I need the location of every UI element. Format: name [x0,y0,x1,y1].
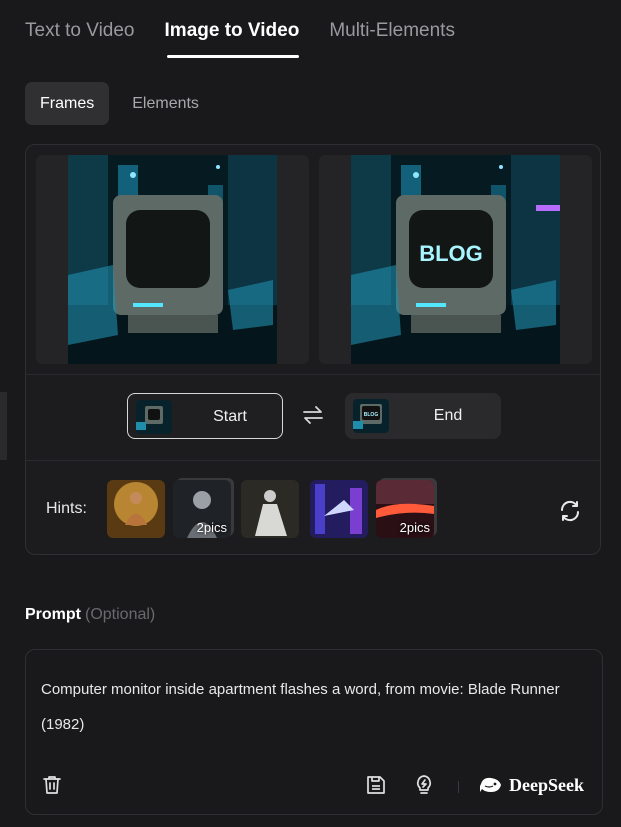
tab-multi-elements[interactable]: Multi-Elements [329,20,455,58]
prompt-optional: (Optional) [85,606,156,623]
end-frame-button[interactable]: BLOG End [345,393,501,439]
hint-thumb-4[interactable] [310,480,368,538]
trash-icon[interactable] [41,774,63,801]
end-frame-preview[interactable]: BLOG [319,155,592,364]
start-frame-thumb [136,400,172,434]
end-frame-label: End [433,407,463,424]
toolbar-divider [458,781,459,793]
end-frame-thumb: BLOG [353,399,389,433]
start-frame-image [68,155,277,364]
start-frame-label: Start [213,408,247,425]
deepseek-whale-icon [480,777,501,792]
frames-divider-1 [26,374,600,375]
hint-thumb-1[interactable] [107,480,165,538]
model-selector[interactable]: DeepSeek [479,774,584,796]
refresh-icon[interactable] [558,499,582,528]
start-frame-preview[interactable] [36,155,309,364]
hint-badge-2: 2pics [196,520,227,535]
end-thumb-text: BLOG [364,412,379,418]
subtab-elements[interactable]: Elements [117,82,214,125]
frames-divider-2 [26,460,600,461]
hint-thumb-3[interactable] [241,480,299,538]
hint-badge-5: 2pics [399,520,430,535]
swap-icon[interactable] [301,403,325,432]
end-frame-image: BLOG [351,155,560,364]
mode-tabs: Text to Video Image to Video Multi-Eleme… [25,20,455,58]
hints-label: Hints: [46,500,87,517]
tab-image-to-video[interactable]: Image to Video [165,20,299,58]
subtab-frames[interactable]: Frames [25,82,110,125]
end-frame-screen-text: BLOG [419,241,483,266]
start-frame-button[interactable]: Start [127,393,283,439]
tab-text-to-video[interactable]: Text to Video [25,20,135,58]
frames-panel: BLOG Start BLOG End Hints: 2pics 2pics [25,144,601,555]
hint-thumb-2[interactable]: 2pics [173,480,231,538]
prompt-title: Prompt (Optional) [25,606,155,624]
lightbulb-icon[interactable] [413,774,435,801]
image-subtabs: Frames Elements [25,82,214,125]
save-icon[interactable] [365,774,387,801]
model-name: DeepSeek [509,774,584,795]
prompt-box[interactable]: Computer monitor inside apartment flashe… [25,649,603,815]
prompt-input[interactable]: Computer monitor inside apartment flashe… [41,672,591,742]
left-edge-handle [0,392,7,460]
prompt-title-text: Prompt [25,606,81,623]
hint-thumb-5[interactable]: 2pics [376,480,434,538]
